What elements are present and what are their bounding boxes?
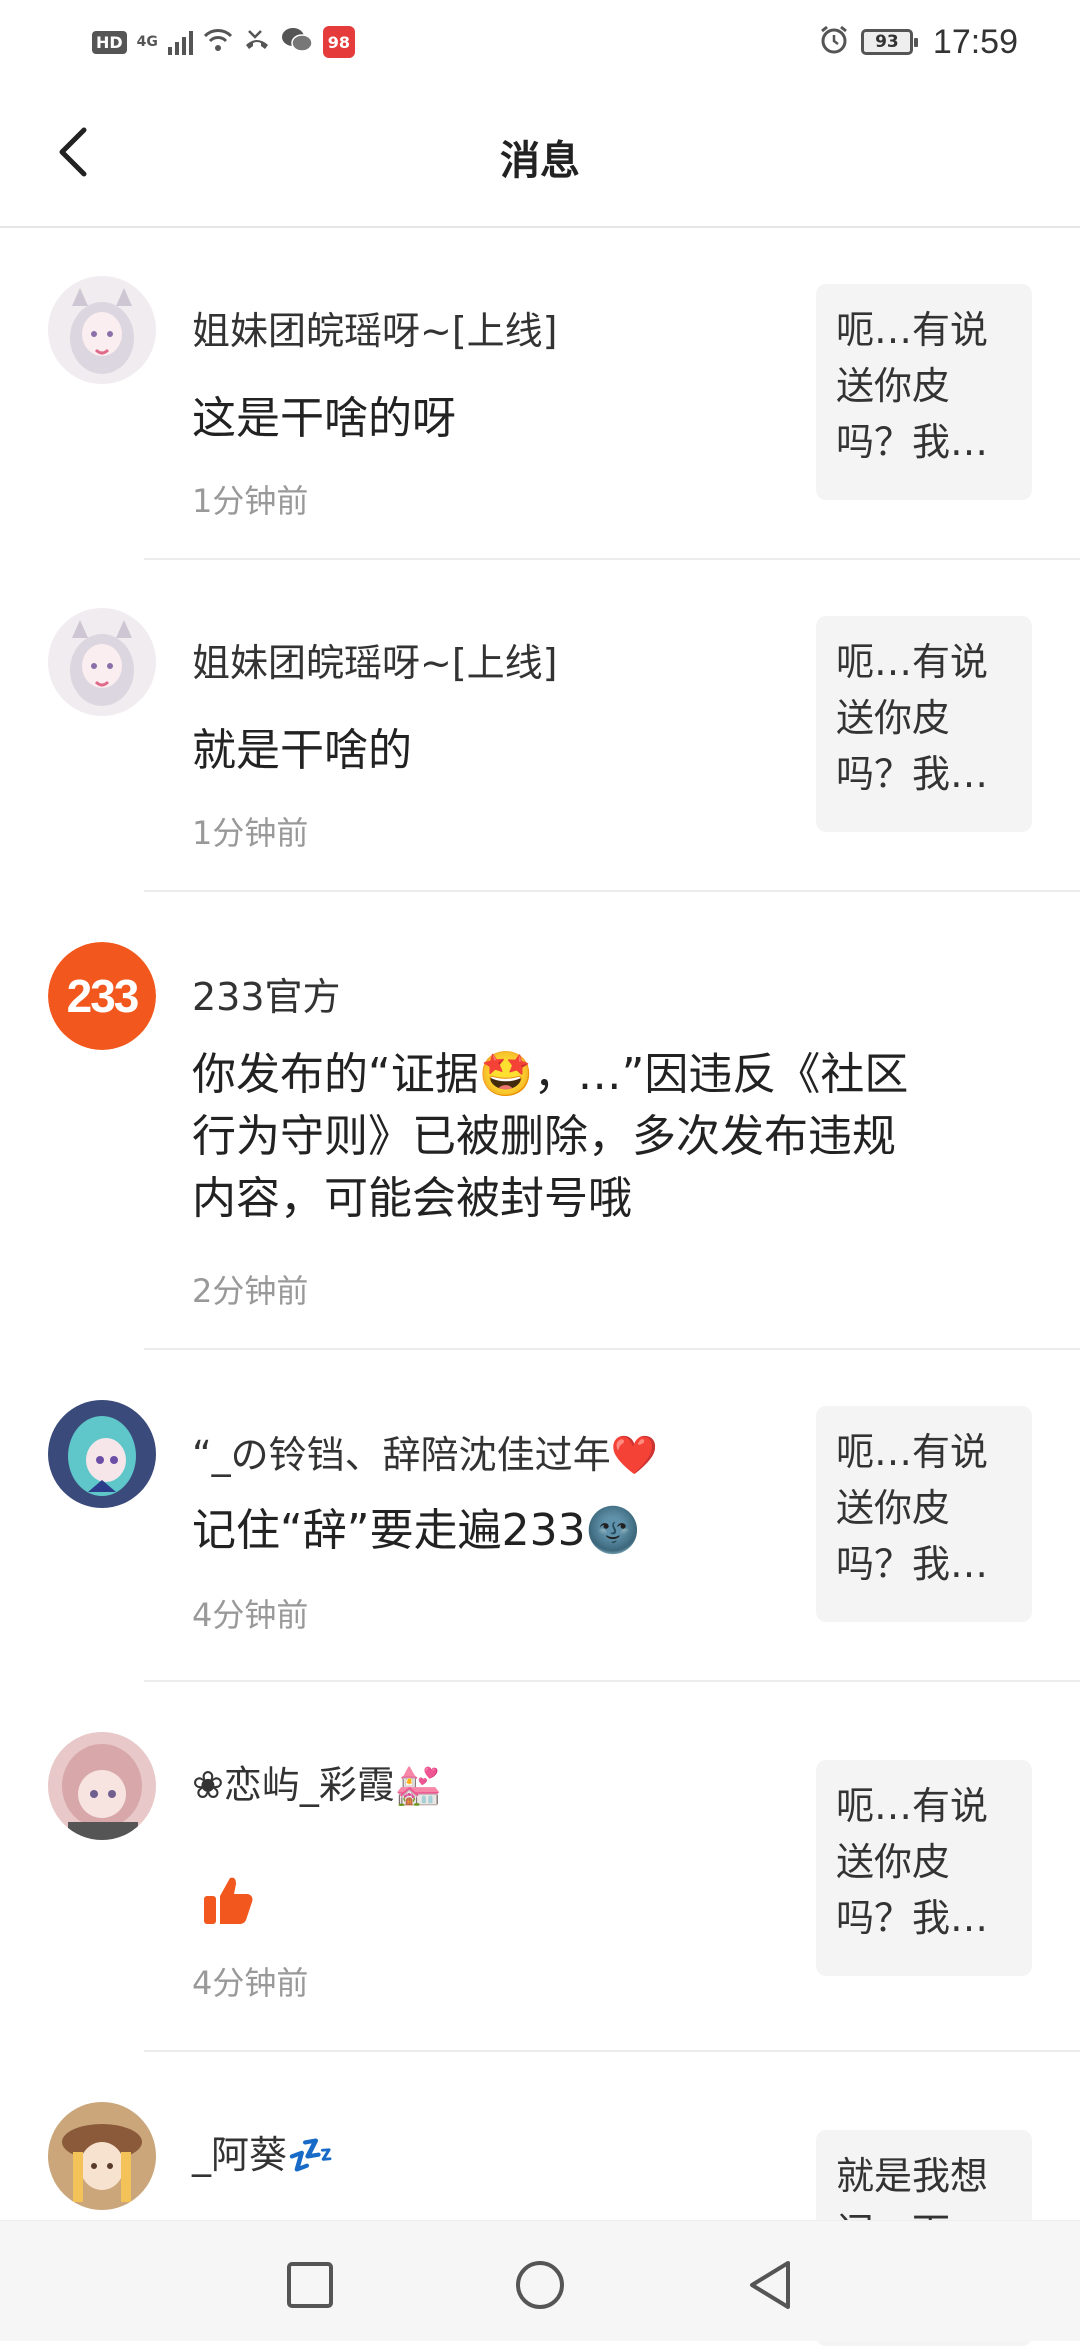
missed-call-icon bbox=[243, 27, 271, 57]
timestamp: 2分钟前 bbox=[192, 1272, 309, 1310]
signal-icon bbox=[167, 29, 193, 55]
alarm-icon bbox=[819, 25, 849, 59]
circle-icon bbox=[516, 2261, 564, 2309]
quoted-post[interactable]: 呃…有说送你皮吗？我… bbox=[816, 1760, 1032, 1976]
message-text: 记住“辞”要走遍233🌚 bbox=[192, 1505, 641, 1556]
nickname: _阿葵💤 bbox=[192, 2133, 335, 2177]
list-item[interactable]: 233 233官方 你发布的“证据🤩，…”因违反《社区 行为守则》已被删除，多次… bbox=[0, 892, 1080, 1350]
quoted-post[interactable]: 呃…有说送你皮吗？我… bbox=[816, 284, 1032, 500]
wechat-icon bbox=[281, 26, 313, 58]
list-item[interactable]: ❀恋屿_彩霞💒 4分钟前 呃…有说送你皮吗？我… bbox=[0, 1682, 1080, 2052]
nickname: 姐妹团皖瑶呀~[上线] bbox=[192, 309, 558, 353]
avatar[interactable] bbox=[48, 276, 156, 384]
quoted-post[interactable]: 呃…有说送你皮吗？我… bbox=[816, 1406, 1032, 1622]
message-text-line: 内容，可能会被封号哦 bbox=[192, 1173, 632, 1224]
message-text-line: 你发布的“证据🤩，…”因违反《社区 bbox=[192, 1049, 909, 1100]
avatar[interactable] bbox=[48, 1732, 156, 1840]
home-button[interactable] bbox=[514, 2259, 566, 2311]
back-nav-button[interactable] bbox=[744, 2259, 796, 2311]
avatar[interactable] bbox=[48, 1400, 156, 1508]
list-item[interactable]: 姐妹团皖瑶呀~[上线] 这是干啥的呀 1分钟前 呃…有说送你皮吗？我… bbox=[0, 228, 1080, 560]
nickname: “_の铃铛、辞陪沈佳过年❤️ bbox=[192, 1433, 659, 1477]
page-title: 消息 bbox=[500, 138, 580, 184]
message-text: 就是干啥的 bbox=[192, 725, 412, 776]
quoted-post[interactable]: 呃…有说送你皮吗？我… bbox=[816, 616, 1032, 832]
message-text: 这是干啥的呀 bbox=[192, 393, 456, 444]
wifi-icon bbox=[203, 27, 233, 58]
square-icon bbox=[287, 2262, 333, 2308]
timestamp: 4分钟前 bbox=[192, 1596, 309, 1634]
nickname: 姐妹团皖瑶呀~[上线] bbox=[192, 641, 558, 685]
timestamp: 4分钟前 bbox=[192, 1964, 309, 2002]
status-bar: HD 4G 98 93 17:59 bbox=[0, 0, 1080, 84]
message-list: 姐妹团皖瑶呀~[上线] 这是干啥的呀 1分钟前 呃…有说送你皮吗？我… 姐妹团皖… bbox=[0, 228, 1080, 2352]
nickname: ❀恋屿_彩霞💒 bbox=[192, 1763, 443, 1807]
status-right: 93 17:59 bbox=[819, 22, 1018, 62]
timestamp: 1分钟前 bbox=[192, 482, 309, 520]
hd-indicator: HD bbox=[92, 30, 127, 54]
top-bar: 消息 bbox=[0, 84, 1080, 228]
brand-logo: 233 bbox=[48, 942, 156, 1050]
clock: 17:59 bbox=[932, 22, 1018, 61]
list-item[interactable]: “_の铃铛、辞陪沈佳过年❤️ 记住“辞”要走遍233🌚 4分钟前 呃…有说送你皮… bbox=[0, 1350, 1080, 1682]
system-nav-bar bbox=[0, 2220, 1080, 2341]
triangle-back-icon bbox=[750, 2261, 790, 2309]
app-notification-icon: 98 bbox=[322, 26, 355, 58]
avatar[interactable] bbox=[48, 608, 156, 716]
recents-button[interactable] bbox=[284, 2259, 336, 2311]
network-type: 4G bbox=[136, 34, 158, 50]
list-item[interactable]: 姐妹团皖瑶呀~[上线] 就是干啥的 1分钟前 呃…有说送你皮吗？我… bbox=[0, 560, 1080, 892]
status-left: HD 4G 98 bbox=[92, 22, 355, 62]
thumbs-up-icon bbox=[200, 1872, 256, 1932]
battery-icon: 93 bbox=[860, 29, 918, 55]
avatar[interactable] bbox=[48, 2102, 156, 2210]
timestamp: 1分钟前 bbox=[192, 814, 309, 852]
avatar[interactable]: 233 bbox=[48, 942, 156, 1050]
message-text-line: 行为守则》已被删除，多次发布违规 bbox=[192, 1111, 896, 1162]
nickname: 233官方 bbox=[192, 975, 341, 1019]
